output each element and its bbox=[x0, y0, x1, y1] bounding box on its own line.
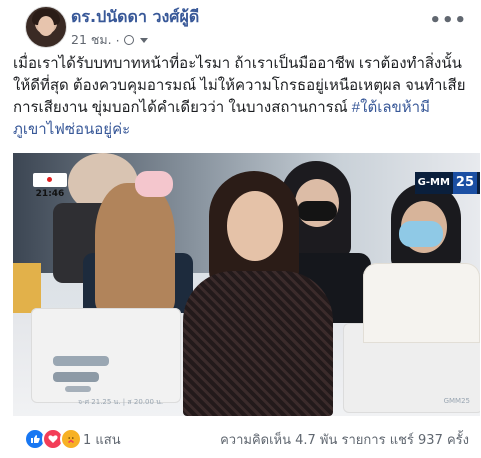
live-dot-icon bbox=[46, 177, 52, 182]
broadcast-caption-right: GMM25 bbox=[443, 397, 470, 405]
hair-bow bbox=[135, 171, 173, 197]
post-header: ดร.ปนัดดา วงศ์ผู้ดี 21 ชม. · ••• bbox=[13, 4, 473, 48]
author-name[interactable]: ดร.ปนัดดา วงศ์ผู้ดี bbox=[71, 5, 199, 30]
post-photo[interactable]: 21:46 G-MM 25 จ-ศ 21.25 น. | ส 20.00 น. … bbox=[13, 153, 480, 416]
comments-shares-count[interactable]: ความคิดเห็น 4.7 พัน รายการ แชร์ 937 ครั้… bbox=[220, 429, 469, 450]
post-text: เมื่อเราได้รับบทบาทหน้าที่อะไรมา ถ้าเราเ… bbox=[13, 53, 473, 141]
reaction-icons[interactable] bbox=[24, 428, 82, 450]
author-avatar[interactable] bbox=[25, 6, 67, 48]
post-stats-bar: 1 แสน ความคิดเห็น 4.7 พัน รายการ แชร์ 93… bbox=[13, 424, 473, 450]
show-logo bbox=[43, 348, 123, 398]
chevron-down-icon[interactable] bbox=[139, 37, 148, 43]
broadcast-caption: จ-ศ 21.25 น. | ส 20.00 น. bbox=[78, 398, 164, 406]
post-meta: 21 ชม. · bbox=[71, 30, 148, 50]
channel-logo: G-MM 25 bbox=[414, 172, 480, 194]
facebook-post: ดร.ปนัดดา วงศ์ผู้ดี 21 ชม. · ••• เมื่อเร… bbox=[0, 0, 481, 458]
channel-name: G-MM bbox=[417, 177, 450, 188]
care-icon bbox=[60, 428, 82, 450]
main-woman-face bbox=[227, 191, 283, 261]
reaction-count[interactable]: 1 แสน bbox=[83, 429, 121, 450]
avatar-face bbox=[38, 16, 54, 36]
blue-mask bbox=[399, 221, 443, 247]
globe-icon[interactable] bbox=[123, 35, 134, 45]
left-edge-person bbox=[13, 263, 41, 313]
black-mask bbox=[297, 201, 337, 221]
channel-number: 25 bbox=[452, 172, 477, 194]
more-options-button[interactable]: ••• bbox=[429, 10, 467, 31]
live-time-badge: 21:46 bbox=[33, 173, 67, 199]
main-woman-lace-dress bbox=[183, 271, 333, 416]
audience-person-hair bbox=[95, 183, 175, 313]
post-time[interactable]: 21 ชม. bbox=[71, 30, 112, 50]
person-blue-mask-body bbox=[363, 263, 480, 343]
